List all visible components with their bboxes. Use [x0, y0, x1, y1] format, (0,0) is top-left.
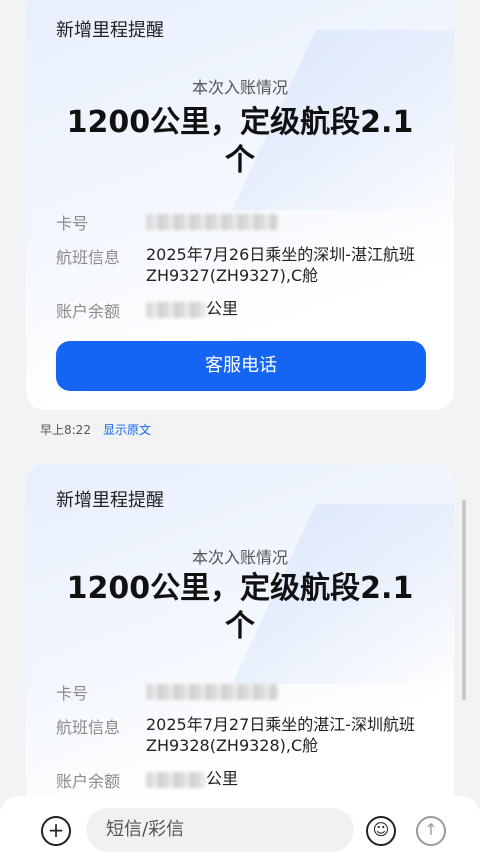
flight-info-label: 航班信息	[56, 248, 121, 267]
balance-unit: 公里	[206, 299, 239, 318]
smiley-icon[interactable]: ☺	[366, 816, 396, 846]
card-title: 新增里程提醒	[56, 490, 164, 511]
card-number-value	[146, 210, 426, 231]
redacted-balance	[146, 771, 206, 788]
card-number-label: 卡号	[56, 214, 89, 233]
message-input[interactable]: 短信/彩信	[86, 808, 354, 852]
flight-info-value: 2025年7月27日乘坐的湛江-深圳航班ZH9328(ZH9328),C舱	[146, 715, 416, 755]
message-time: 早上8:22	[40, 423, 91, 437]
message-card-1: 新增里程提醒 本次入账情况 1200公里，定级航段2.1个 卡号 航班信息 20…	[26, 0, 454, 410]
redacted-card-number	[146, 213, 278, 230]
balance-label: 账户余额	[56, 772, 121, 791]
balance-value: 公里	[146, 298, 426, 319]
customer-service-button[interactable]: 客服电话	[56, 341, 426, 391]
card-subtitle: 本次入账情况	[191, 548, 288, 567]
flight-info-label: 航班信息	[56, 718, 121, 737]
balance-value: 公里	[146, 768, 426, 789]
mileage-amount: 1200公里，定级航段2.1个	[66, 105, 414, 178]
message-meta: 早上8:22 显示原文	[40, 421, 151, 438]
send-arrow-icon[interactable]: ↑	[416, 816, 446, 846]
flight-info-value: 2025年7月26日乘坐的深圳-湛江航班ZH9327(ZH9327),C舱	[146, 245, 416, 285]
card-title: 新增里程提醒	[56, 20, 164, 41]
scrollbar[interactable]	[462, 500, 466, 700]
card-number-value	[146, 680, 426, 701]
composer-bar: + 短信/彩信 ☺ ↑	[0, 796, 480, 866]
card-number-label: 卡号	[56, 684, 89, 703]
plus-circle-icon[interactable]: +	[41, 816, 71, 846]
card-subtitle: 本次入账情况	[191, 78, 288, 97]
balance-label: 账户余额	[56, 302, 121, 321]
message-card-2: 新增里程提醒 本次入账情况 1200公里，定级航段2.1个 卡号 航班信息 20…	[26, 464, 454, 824]
show-original-link[interactable]: 显示原文	[103, 423, 151, 437]
balance-unit: 公里	[206, 769, 239, 788]
redacted-card-number	[146, 683, 278, 700]
redacted-balance	[146, 301, 206, 318]
mileage-amount: 1200公里，定级航段2.1个	[66, 571, 414, 644]
